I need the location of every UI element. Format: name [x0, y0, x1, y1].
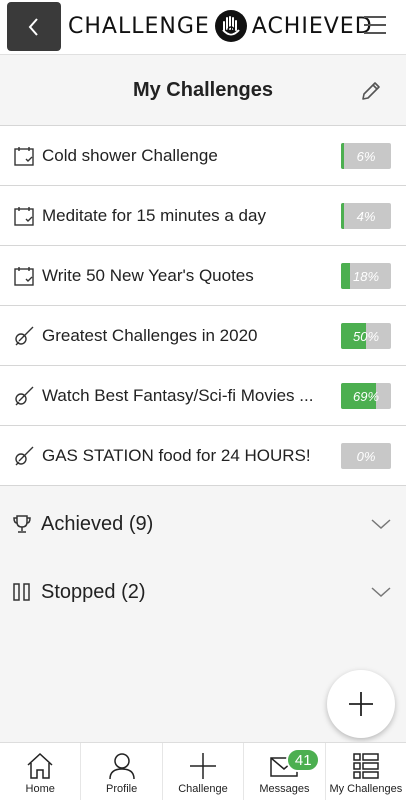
challenge-row[interactable]: GAS STATION food for 24 HOURS! 0% — [0, 426, 406, 486]
achieved-section[interactable]: Achieved (9) — [0, 494, 406, 554]
progress-bar: 69% — [341, 383, 391, 409]
plus-icon — [349, 692, 373, 716]
list-icon — [353, 753, 379, 779]
progress-bar: 0% — [341, 443, 391, 469]
challenge-title: Watch Best Fantasy/Sci-fi Movies ... — [42, 385, 314, 405]
app-header: CHALLENGE ACHIEVED — [0, 0, 406, 55]
logo-text-right: ACHIEVED — [251, 13, 373, 39]
challenge-title: Greatest Challenges in 2020 — [42, 325, 258, 345]
challenge-row[interactable]: Cold shower Challenge 6% — [0, 126, 406, 186]
trophy-icon — [13, 515, 31, 533]
messages-badge: 41 — [286, 748, 321, 772]
nav-my-challenges[interactable]: My Challenges — [326, 743, 406, 800]
progress-percent: 0% — [356, 448, 376, 464]
progress-percent: 6% — [356, 148, 376, 164]
challenge-title: GAS STATION food for 24 HOURS! — [42, 445, 311, 465]
page-title: My Challenges — [132, 78, 274, 101]
back-button[interactable] — [7, 2, 61, 51]
stopped-label: Stopped (2) — [41, 580, 146, 603]
chevron-down-icon[interactable] — [370, 514, 392, 534]
app-logo: CHALLENGE ACHIEVED — [68, 8, 373, 44]
progress-bar: 18% — [341, 263, 391, 289]
achieved-label: Achieved (9) — [41, 512, 154, 535]
pause-icon — [13, 583, 30, 601]
plus-icon — [190, 753, 217, 779]
progress-bar: 50% — [341, 323, 391, 349]
progress-percent: 50% — [352, 328, 380, 344]
progress-bar: 6% — [341, 143, 391, 169]
nav-home-label: Home — [25, 783, 55, 795]
challenge-row[interactable]: Meditate for 15 minutes a day 4% — [0, 186, 406, 246]
bottom-nav: Home Profile Challenge Messages 41 My Ch… — [0, 742, 406, 800]
calendar-check-icon — [14, 266, 34, 286]
progress-percent: 69% — [352, 388, 380, 404]
challenge-row[interactable]: Write 50 New Year's Quotes 18% — [0, 246, 406, 306]
progress-bar: 4% — [341, 203, 391, 229]
nav-profile-label: Profile — [106, 783, 138, 795]
pencil-icon[interactable] — [360, 80, 382, 102]
nav-messages[interactable]: Messages 41 — [244, 743, 326, 800]
nav-my-challenges-label: My Challenges — [329, 783, 403, 795]
logo-text-left: CHALLENGE — [68, 13, 210, 39]
challenge-row[interactable]: Watch Best Fantasy/Sci-fi Movies ... 69% — [0, 366, 406, 426]
nav-challenge-label: Challenge — [178, 783, 228, 795]
home-icon — [27, 752, 53, 779]
challenge-row[interactable]: Greatest Challenges in 2020 50% — [0, 306, 406, 366]
rocket-icon — [15, 326, 34, 345]
calendar-check-icon — [14, 206, 34, 226]
title-row: My Challenges — [0, 55, 406, 125]
stopped-section[interactable]: Stopped (2) — [0, 562, 406, 622]
rocket-icon — [15, 446, 34, 465]
challenge-list: Cold shower Challenge 6% Meditate for 15 m… — [0, 125, 406, 486]
chevron-down-icon[interactable] — [370, 582, 392, 602]
calendar-check-icon — [14, 146, 34, 166]
nav-challenge[interactable]: Challenge — [163, 743, 245, 800]
hamburger-menu-icon[interactable] — [364, 14, 386, 36]
add-challenge-button[interactable] — [327, 670, 395, 738]
challenge-title: Write 50 New Year's Quotes — [42, 265, 254, 285]
nav-messages-label: Messages — [259, 783, 310, 795]
challenge-title: Meditate for 15 minutes a day — [42, 205, 266, 225]
user-icon — [108, 753, 135, 780]
progress-percent: 4% — [356, 208, 376, 224]
progress-percent: 18% — [352, 268, 380, 284]
challenge-title: Cold shower Challenge — [42, 145, 218, 165]
nav-profile[interactable]: Profile — [81, 743, 163, 800]
chevron-left-icon — [28, 17, 38, 36]
nav-home[interactable]: Home — [0, 743, 82, 800]
rocket-icon — [15, 386, 34, 405]
hand-emblem-icon — [214, 10, 247, 42]
